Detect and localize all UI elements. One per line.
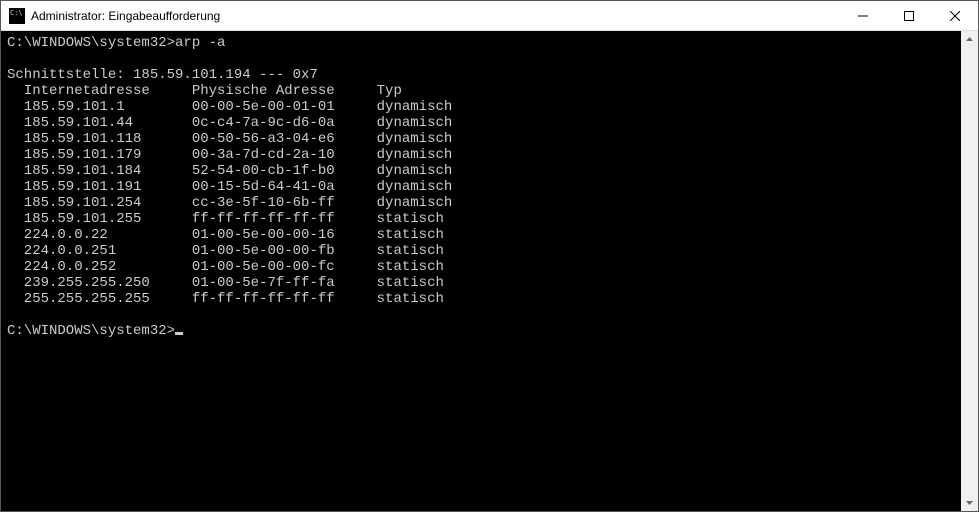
arp-row: 239.255.255.250 01-00-5e-7f-ff-fa statis… xyxy=(7,275,957,291)
command-text: arp -a xyxy=(175,35,225,51)
minimize-button[interactable] xyxy=(840,1,886,31)
scroll-down-button[interactable] xyxy=(961,494,978,511)
arp-row: 185.59.101.184 52-54-00-cb-1f-b0 dynamis… xyxy=(7,163,957,179)
arp-row: 185.59.101.179 00-3a-7d-cd-2a-10 dynamis… xyxy=(7,147,957,163)
blank-line xyxy=(7,307,957,323)
command-prompt-window: Administrator: Eingabeaufforderung C:\WI… xyxy=(0,0,979,512)
titlebar[interactable]: Administrator: Eingabeaufforderung xyxy=(1,1,978,31)
arp-header: Internetadresse Physische Adresse Typ xyxy=(7,83,957,99)
arp-row: 185.59.101.191 00-15-5d-64-41-0a dynamis… xyxy=(7,179,957,195)
scroll-track[interactable] xyxy=(961,48,978,494)
prompt-line: C:\WINDOWS\system32> xyxy=(7,323,957,339)
arp-row: 185.59.101.1 00-00-5e-00-01-01 dynamisch xyxy=(7,99,957,115)
maximize-button[interactable] xyxy=(886,1,932,31)
arp-row: 185.59.101.255 ff-ff-ff-ff-ff-ff statisc… xyxy=(7,211,957,227)
arp-row: 224.0.0.251 01-00-5e-00-00-fb statisch xyxy=(7,243,957,259)
arp-row: 185.59.101.118 00-50-56-a3-04-e6 dynamis… xyxy=(7,131,957,147)
arp-row: 224.0.0.252 01-00-5e-00-00-fc statisch xyxy=(7,259,957,275)
terminal-output[interactable]: C:\WINDOWS\system32>arp -a Schnittstelle… xyxy=(1,31,961,511)
prompt-line: C:\WINDOWS\system32>arp -a xyxy=(7,35,957,51)
cursor xyxy=(175,332,183,335)
prompt: C:\WINDOWS\system32> xyxy=(7,35,175,51)
blank-line xyxy=(7,51,957,67)
arp-row: 224.0.0.22 01-00-5e-00-00-16 statisch xyxy=(7,227,957,243)
vertical-scrollbar[interactable] xyxy=(961,31,978,511)
arp-row: 255.255.255.255 ff-ff-ff-ff-ff-ff statis… xyxy=(7,291,957,307)
cmd-icon xyxy=(9,8,25,24)
arp-row: 185.59.101.254 cc-3e-5f-10-6b-ff dynamis… xyxy=(7,195,957,211)
scroll-up-button[interactable] xyxy=(961,31,978,48)
interface-line: Schnittstelle: 185.59.101.194 --- 0x7 xyxy=(7,67,957,83)
close-button[interactable] xyxy=(932,1,978,31)
client-area: C:\WINDOWS\system32>arp -a Schnittstelle… xyxy=(1,31,978,511)
window-title: Administrator: Eingabeaufforderung xyxy=(31,9,220,23)
prompt: C:\WINDOWS\system32> xyxy=(7,323,175,339)
arp-row: 185.59.101.44 0c-c4-7a-9c-d6-0a dynamisc… xyxy=(7,115,957,131)
